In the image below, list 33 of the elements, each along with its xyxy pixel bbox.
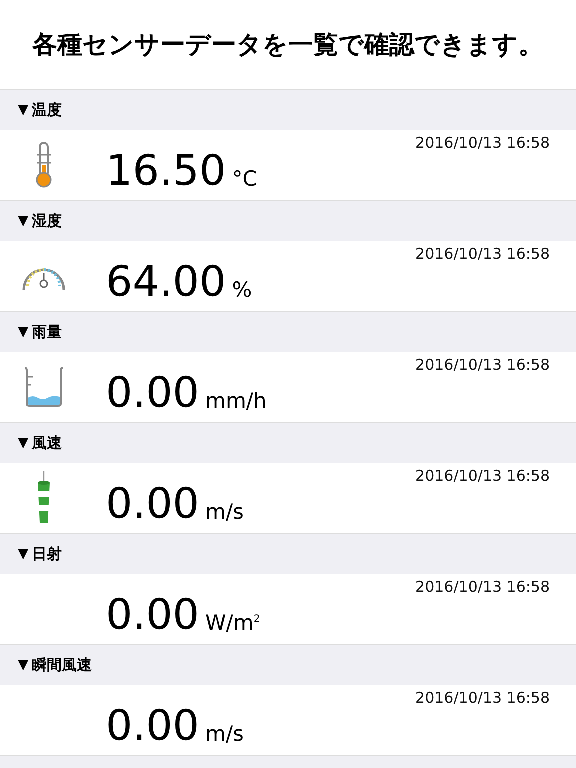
windsock-icon — [35, 471, 53, 525]
unit-label: m/s — [206, 722, 244, 746]
unit-label: m/s — [206, 500, 244, 524]
section-title: 湿度 — [32, 212, 62, 230]
unit-label: W/m$^{2}$ — [206, 611, 260, 635]
timestamp: 2016/10/13 16:58 — [416, 134, 550, 152]
timestamp: 2016/10/13 16:58 — [416, 467, 550, 485]
sensor-value: 0.00 — [106, 483, 200, 525]
sensor-value: 0.00 — [106, 594, 200, 636]
section-title: 瞬間風速 — [32, 656, 92, 674]
disclosure-triangle[interactable]: ▼ — [18, 102, 29, 118]
sensor-value: 64.00 — [106, 261, 226, 303]
timestamp: 2016/10/13 16:58 — [416, 578, 550, 596]
sensor-value: 16.50 — [106, 150, 226, 192]
disclosure-triangle[interactable]: ▼ — [18, 324, 29, 340]
section-title: 温度 — [32, 100, 62, 120]
unit-label: % — [232, 278, 252, 302]
section-title: 日射 — [32, 544, 62, 564]
timestamp: 2016/10/13 16:58 — [416, 689, 550, 707]
timestamp: 2016/10/13 16:58 — [416, 245, 550, 263]
disclosure-triangle[interactable]: ▼ — [18, 546, 29, 562]
disclosure-triangle[interactable]: ▼ — [18, 435, 29, 451]
beaker-icon — [22, 365, 66, 409]
unit-label: mm/h — [206, 389, 267, 413]
section-title: 風速 — [32, 434, 62, 452]
page-title: 各種センサーデータを一覧で確認できます。 — [32, 29, 544, 61]
disclosure-triangle[interactable]: ▼ — [18, 657, 29, 673]
disclosure-triangle[interactable]: ▼ — [18, 213, 29, 229]
sensor-value: 0.00 — [106, 705, 200, 747]
section-title: 雨量 — [32, 322, 62, 342]
unit-label: °C — [232, 167, 258, 191]
timestamp: 2016/10/13 16:58 — [416, 356, 550, 374]
sensor-value: 0.00 — [106, 372, 200, 414]
